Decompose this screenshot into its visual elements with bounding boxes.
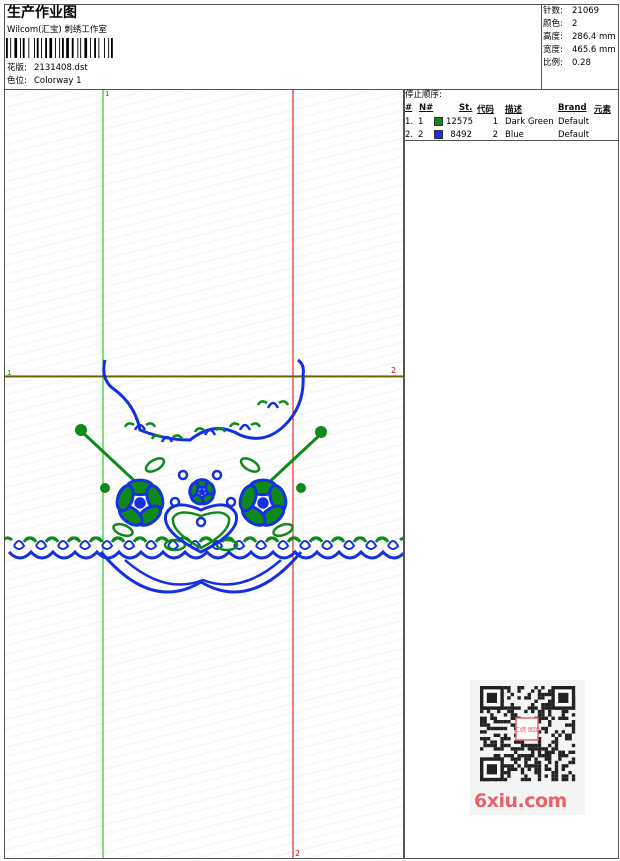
row-description: Blue xyxy=(505,130,524,140)
color-swatch xyxy=(434,117,443,126)
guide-label-v-red: 2 xyxy=(295,849,301,858)
col-header-desc: 描述 xyxy=(505,105,523,115)
colorway-value: Colorway 1 xyxy=(34,76,82,86)
embroidery-design xyxy=(5,90,403,858)
stat-value: 0.28 xyxy=(572,58,591,68)
col-header-hash: # xyxy=(405,103,413,113)
row-code: 1 xyxy=(492,117,498,127)
watermark-logo: 6xiu.com xyxy=(474,790,567,812)
stat-value: 21069 xyxy=(572,6,600,16)
col-header-code: 代码 xyxy=(477,105,495,115)
barcode-icon xyxy=(6,38,113,58)
panel-divider xyxy=(404,140,619,141)
row-code: 2 xyxy=(492,130,498,140)
row-n: 2 xyxy=(418,130,424,140)
page-title: 生产作业图 xyxy=(7,5,77,21)
stat-label: 高度: xyxy=(543,32,563,42)
stat-value: 465.6 mm xyxy=(572,45,616,55)
row-stitches: 12575 xyxy=(446,117,474,127)
row-brand: Default xyxy=(558,130,590,140)
guide-label-h-red: 2 xyxy=(391,366,397,375)
stop-sequence-title: 停止顺序: xyxy=(405,90,442,100)
guide-label-v-green: 1 xyxy=(105,90,110,98)
qr-code-icon: 汇绣 图库 xyxy=(480,686,576,782)
col-header-element: 元素 xyxy=(594,105,612,115)
color-swatch xyxy=(434,130,443,139)
row-number: 2. xyxy=(405,130,414,140)
guide-label-h-green: 1 xyxy=(7,369,12,377)
row-n: 1 xyxy=(418,117,424,127)
pattern-value: 2131408.dst xyxy=(34,63,88,73)
company-name: Wilcom(汇宝) 刺绣工作室 xyxy=(7,25,107,35)
embroidery-motif xyxy=(5,358,403,594)
pattern-label: 花版: xyxy=(7,63,27,73)
stat-label: 颜色: xyxy=(543,19,563,29)
row-stitches: 8492 xyxy=(450,130,472,140)
stat-label: 比例: xyxy=(543,58,563,68)
colorway-label: 色位: xyxy=(7,76,27,86)
col-header-st: St. xyxy=(459,103,473,113)
stat-value: 2 xyxy=(572,19,578,29)
row-description: Dark Green xyxy=(505,117,554,127)
design-canvas xyxy=(4,89,404,859)
stat-label: 宽度: xyxy=(543,45,563,55)
row-brand: Default xyxy=(558,117,590,127)
stat-label: 针数: xyxy=(543,6,563,16)
stat-value: 286.4 mm xyxy=(572,32,616,42)
col-header-brand: Brand xyxy=(558,103,587,113)
col-header-n: N# xyxy=(419,103,434,113)
svg-text:汇绣 图库: 汇绣 图库 xyxy=(514,726,540,734)
row-number: 1. xyxy=(405,117,414,127)
